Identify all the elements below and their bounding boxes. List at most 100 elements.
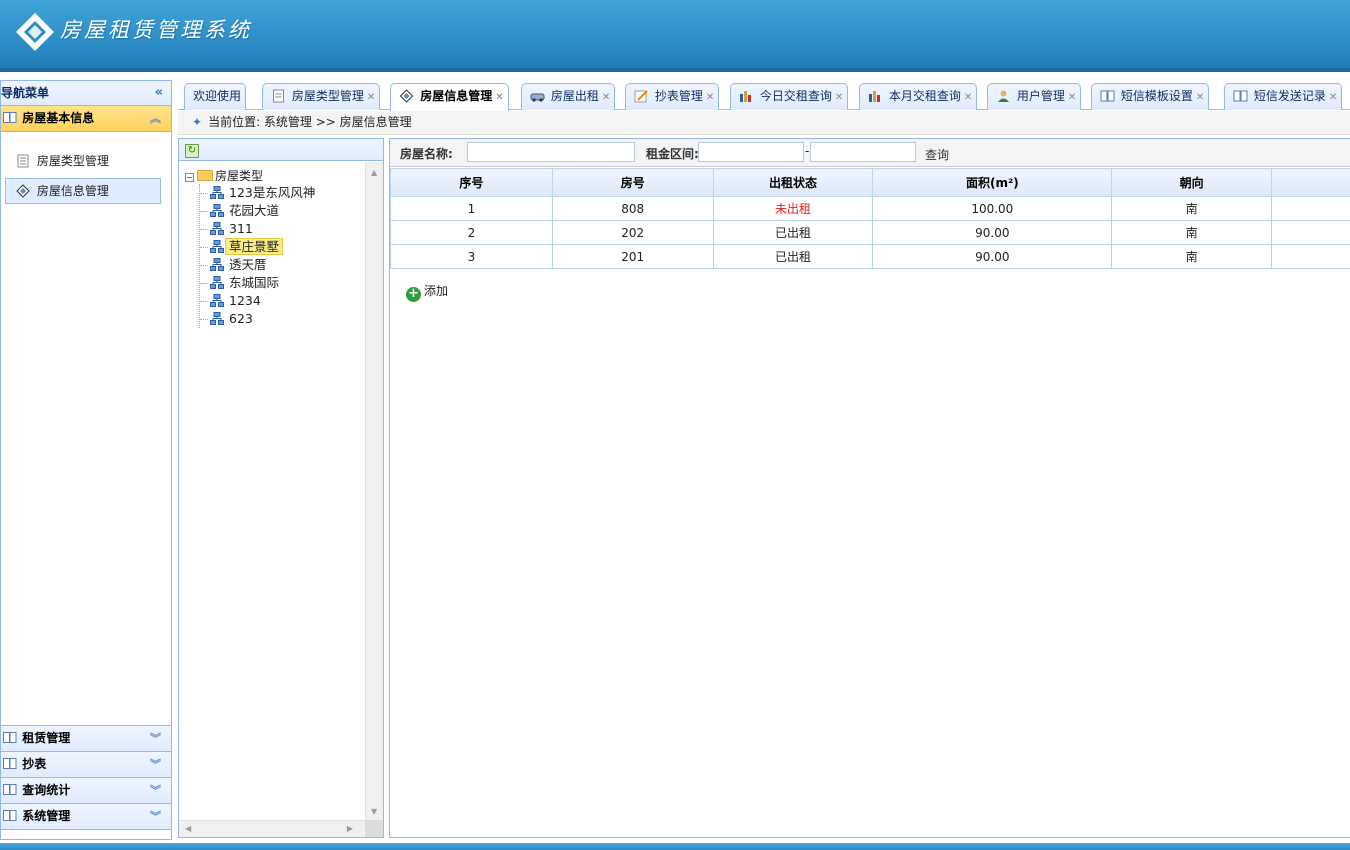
tab-sms-log[interactable]: 短信发送记录 ✕ (1224, 83, 1343, 110)
network-icon (210, 276, 224, 289)
table-row[interactable]: 2 202 已出租 90.00 南 (390, 220, 1350, 245)
cell-orientation: 南 (1111, 244, 1273, 269)
table-row[interactable]: 1 808 未出租 100.00 南 (390, 196, 1350, 221)
scroll-left-icon[interactable]: ◀ (185, 824, 191, 833)
close-icon[interactable]: ✕ (602, 92, 610, 103)
close-icon[interactable]: ✕ (706, 92, 714, 103)
document-icon (17, 154, 29, 168)
tree-node[interactable]: 花园大道 (200, 202, 365, 220)
column-header[interactable]: 朝向 (1111, 168, 1273, 197)
tree-node[interactable]: 123是东风风神 (200, 184, 365, 202)
tab-house-info[interactable]: 房屋信息管理 ✕ (390, 83, 509, 111)
close-icon[interactable]: ✕ (1329, 92, 1337, 103)
tree-node[interactable]: 透天厝 (200, 256, 365, 274)
chevron-down-icon[interactable]: ︾ (150, 778, 161, 803)
scroll-up-icon[interactable]: ▲ (371, 168, 377, 177)
nav-section-meter[interactable]: 抄表 ︾ (1, 752, 171, 778)
nav-section-label: 系统管理 (22, 809, 71, 823)
tree-root[interactable]: − 房屋类型 (185, 168, 365, 184)
house-icon (399, 89, 414, 103)
collapse-icon[interactable]: « (155, 81, 163, 105)
bar-chart-icon (740, 91, 751, 102)
rent-max-input[interactable] (810, 142, 916, 162)
horizontal-scrollbar[interactable]: ◀ ▶ (179, 820, 365, 837)
close-icon[interactable]: ✕ (495, 92, 503, 103)
tab-label: 欢迎使用 (193, 89, 242, 103)
close-icon[interactable]: ✕ (835, 92, 843, 103)
car-icon (530, 93, 545, 102)
tree-node-label: 623 (229, 311, 253, 326)
tab-today-rent[interactable]: 今日交租查询 ✕ (730, 83, 849, 110)
tab-welcome[interactable]: 欢迎使用 (184, 83, 247, 110)
tree-node[interactable]: 623 (200, 310, 365, 328)
cell-room: 201 (551, 244, 714, 269)
add-button[interactable]: + 添加 (406, 282, 448, 302)
book-icon (1100, 90, 1115, 102)
rent-range-label: 租金区间: (646, 147, 699, 161)
document-icon (273, 89, 284, 103)
tree-children: 123是东风风神 花园大道 311 草庄景墅 透天厝 东城国际 1234 623 (199, 184, 365, 328)
vertical-scrollbar[interactable]: ▲ ▼ (365, 162, 383, 820)
chevron-down-icon[interactable]: ︾ (150, 726, 161, 751)
tree-node-label: 东城国际 (229, 275, 280, 290)
house-type-tree-panel: ↻ − 房屋类型 123是东风风神 花园大道 311 草庄景墅 透天厝 东城国际 … (178, 138, 384, 838)
book-icon (3, 784, 17, 795)
tab-house-rent[interactable]: 房屋出租 ✕ (521, 83, 616, 110)
chevron-up-icon[interactable]: ︽ (150, 106, 161, 131)
cell-orientation: 南 (1111, 220, 1273, 245)
nav-item-label: 房屋信息管理 (36, 184, 109, 198)
column-header[interactable]: 房号 (551, 168, 714, 197)
chevron-down-icon[interactable]: ︾ (150, 752, 161, 777)
nav-panel: 导航菜单 « 房屋基本信息 ︽ 房屋类型管理 房屋信息管理 租赁管理 ︾ 抄表 … (0, 80, 172, 840)
tab-users[interactable]: 用户管理 ✕ (987, 83, 1082, 110)
collapse-toggle-icon[interactable]: − (185, 173, 194, 182)
tab-label: 抄表管理 (654, 89, 703, 103)
tree-node-selected[interactable]: 草庄景墅 (200, 238, 365, 256)
close-icon[interactable]: ✕ (964, 92, 972, 103)
footer-bar (0, 843, 1350, 850)
close-icon[interactable]: ✕ (1068, 92, 1076, 103)
nav-section-system[interactable]: 系统管理 ︾ (1, 804, 171, 830)
tree-node[interactable]: 1234 (200, 292, 365, 310)
app-title: 房屋租赁管理系统 (60, 18, 252, 42)
nav-item-house-info[interactable]: 房屋信息管理 (5, 178, 161, 204)
network-icon (210, 222, 224, 235)
folder-icon (197, 170, 213, 181)
close-icon[interactable]: ✕ (367, 92, 375, 103)
nav-section-lease[interactable]: 租赁管理 ︾ (1, 726, 171, 752)
scroll-down-icon[interactable]: ▼ (371, 807, 377, 816)
house-table: 序号 房号 出租状态 面积(m²) 朝向 1 808 未出租 100.00 南 … (390, 168, 1350, 269)
nav-section-stats[interactable]: 查询统计 ︾ (1, 778, 171, 804)
table-row[interactable]: 3 201 已出租 90.00 南 (390, 244, 1350, 269)
refresh-icon[interactable]: ↻ (185, 144, 199, 158)
column-header[interactable]: 面积(m²) (872, 168, 1113, 197)
add-label: 添加 (424, 284, 449, 298)
chevron-down-icon[interactable]: ︾ (150, 804, 161, 829)
column-header[interactable]: 序号 (390, 168, 553, 197)
nav-section-house-info[interactable]: 房屋基本信息 ︽ (1, 106, 171, 132)
tree-node-label: 草庄景墅 (225, 238, 284, 255)
nav-item-house-type[interactable]: 房屋类型管理 (5, 148, 161, 174)
tree-node[interactable]: 311 (200, 220, 365, 238)
close-icon[interactable]: ✕ (1196, 92, 1204, 103)
cell-index: 2 (390, 220, 553, 245)
rent-min-input[interactable] (698, 142, 804, 162)
tab-month-rent[interactable]: 本月交租查询 ✕ (859, 83, 978, 110)
tab-label: 用户管理 (1016, 89, 1065, 103)
cell-extra (1271, 220, 1350, 245)
column-header[interactable] (1271, 168, 1350, 197)
book-icon (3, 758, 17, 769)
tab-label: 房屋类型管理 (291, 89, 364, 103)
search-bar: 房屋名称: 租金区间: - 查询 (390, 139, 1350, 167)
tab-sms-template[interactable]: 短信模板设置 ✕ (1091, 83, 1210, 110)
tree-node[interactable]: 东城国际 (200, 274, 365, 292)
edit-icon (634, 90, 648, 103)
column-header[interactable]: 出租状态 (712, 168, 874, 197)
scroll-right-icon[interactable]: ▶ (347, 824, 353, 833)
query-button[interactable]: 查询 (925, 146, 949, 163)
tab-meter[interactable]: 抄表管理 ✕ (625, 83, 720, 110)
house-name-input[interactable] (467, 142, 635, 162)
cell-area: 90.00 (872, 244, 1113, 269)
tab-house-type[interactable]: 房屋类型管理 ✕ (262, 83, 381, 110)
tree-root-label: 房屋类型 (215, 169, 264, 183)
